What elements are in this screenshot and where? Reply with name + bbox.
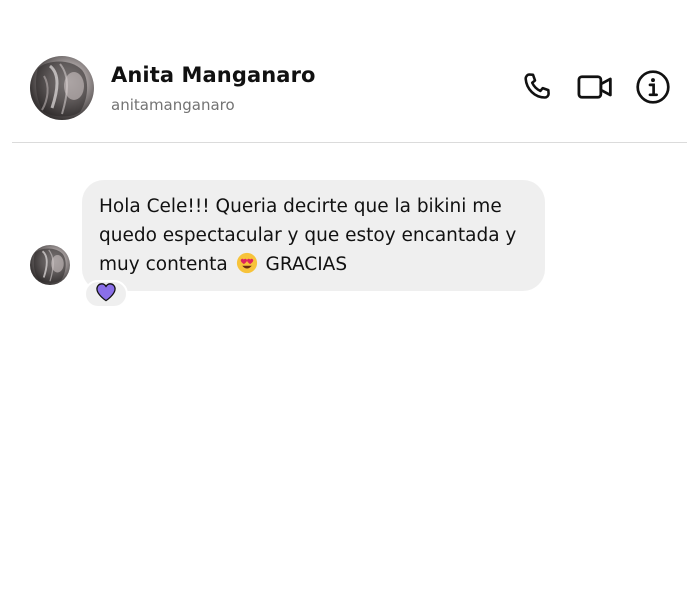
contact-name[interactable]: Anita Manganaro [111,63,316,87]
thread-header: Anita Manganaro anitamanganaro [0,0,700,143]
message-text-end: GRACIAS [265,254,348,275]
reaction-badge[interactable] [84,280,128,308]
video-camera-icon[interactable] [576,68,614,106]
purple-heart-icon [95,282,117,306]
info-icon[interactable] [634,68,672,106]
phone-icon[interactable] [518,68,556,106]
header-divider [12,142,687,143]
contact-username: anitamanganaro [111,96,235,114]
message-bubble[interactable]: Hola Cele!!! Queria decirte que la bikin… [82,180,545,291]
contact-avatar[interactable] [30,56,94,120]
sender-avatar[interactable] [30,245,70,285]
heart-eyes-emoji [236,252,258,274]
dm-thread: Anita Manganaro anitamanganaro Hola Cele… [0,0,700,600]
